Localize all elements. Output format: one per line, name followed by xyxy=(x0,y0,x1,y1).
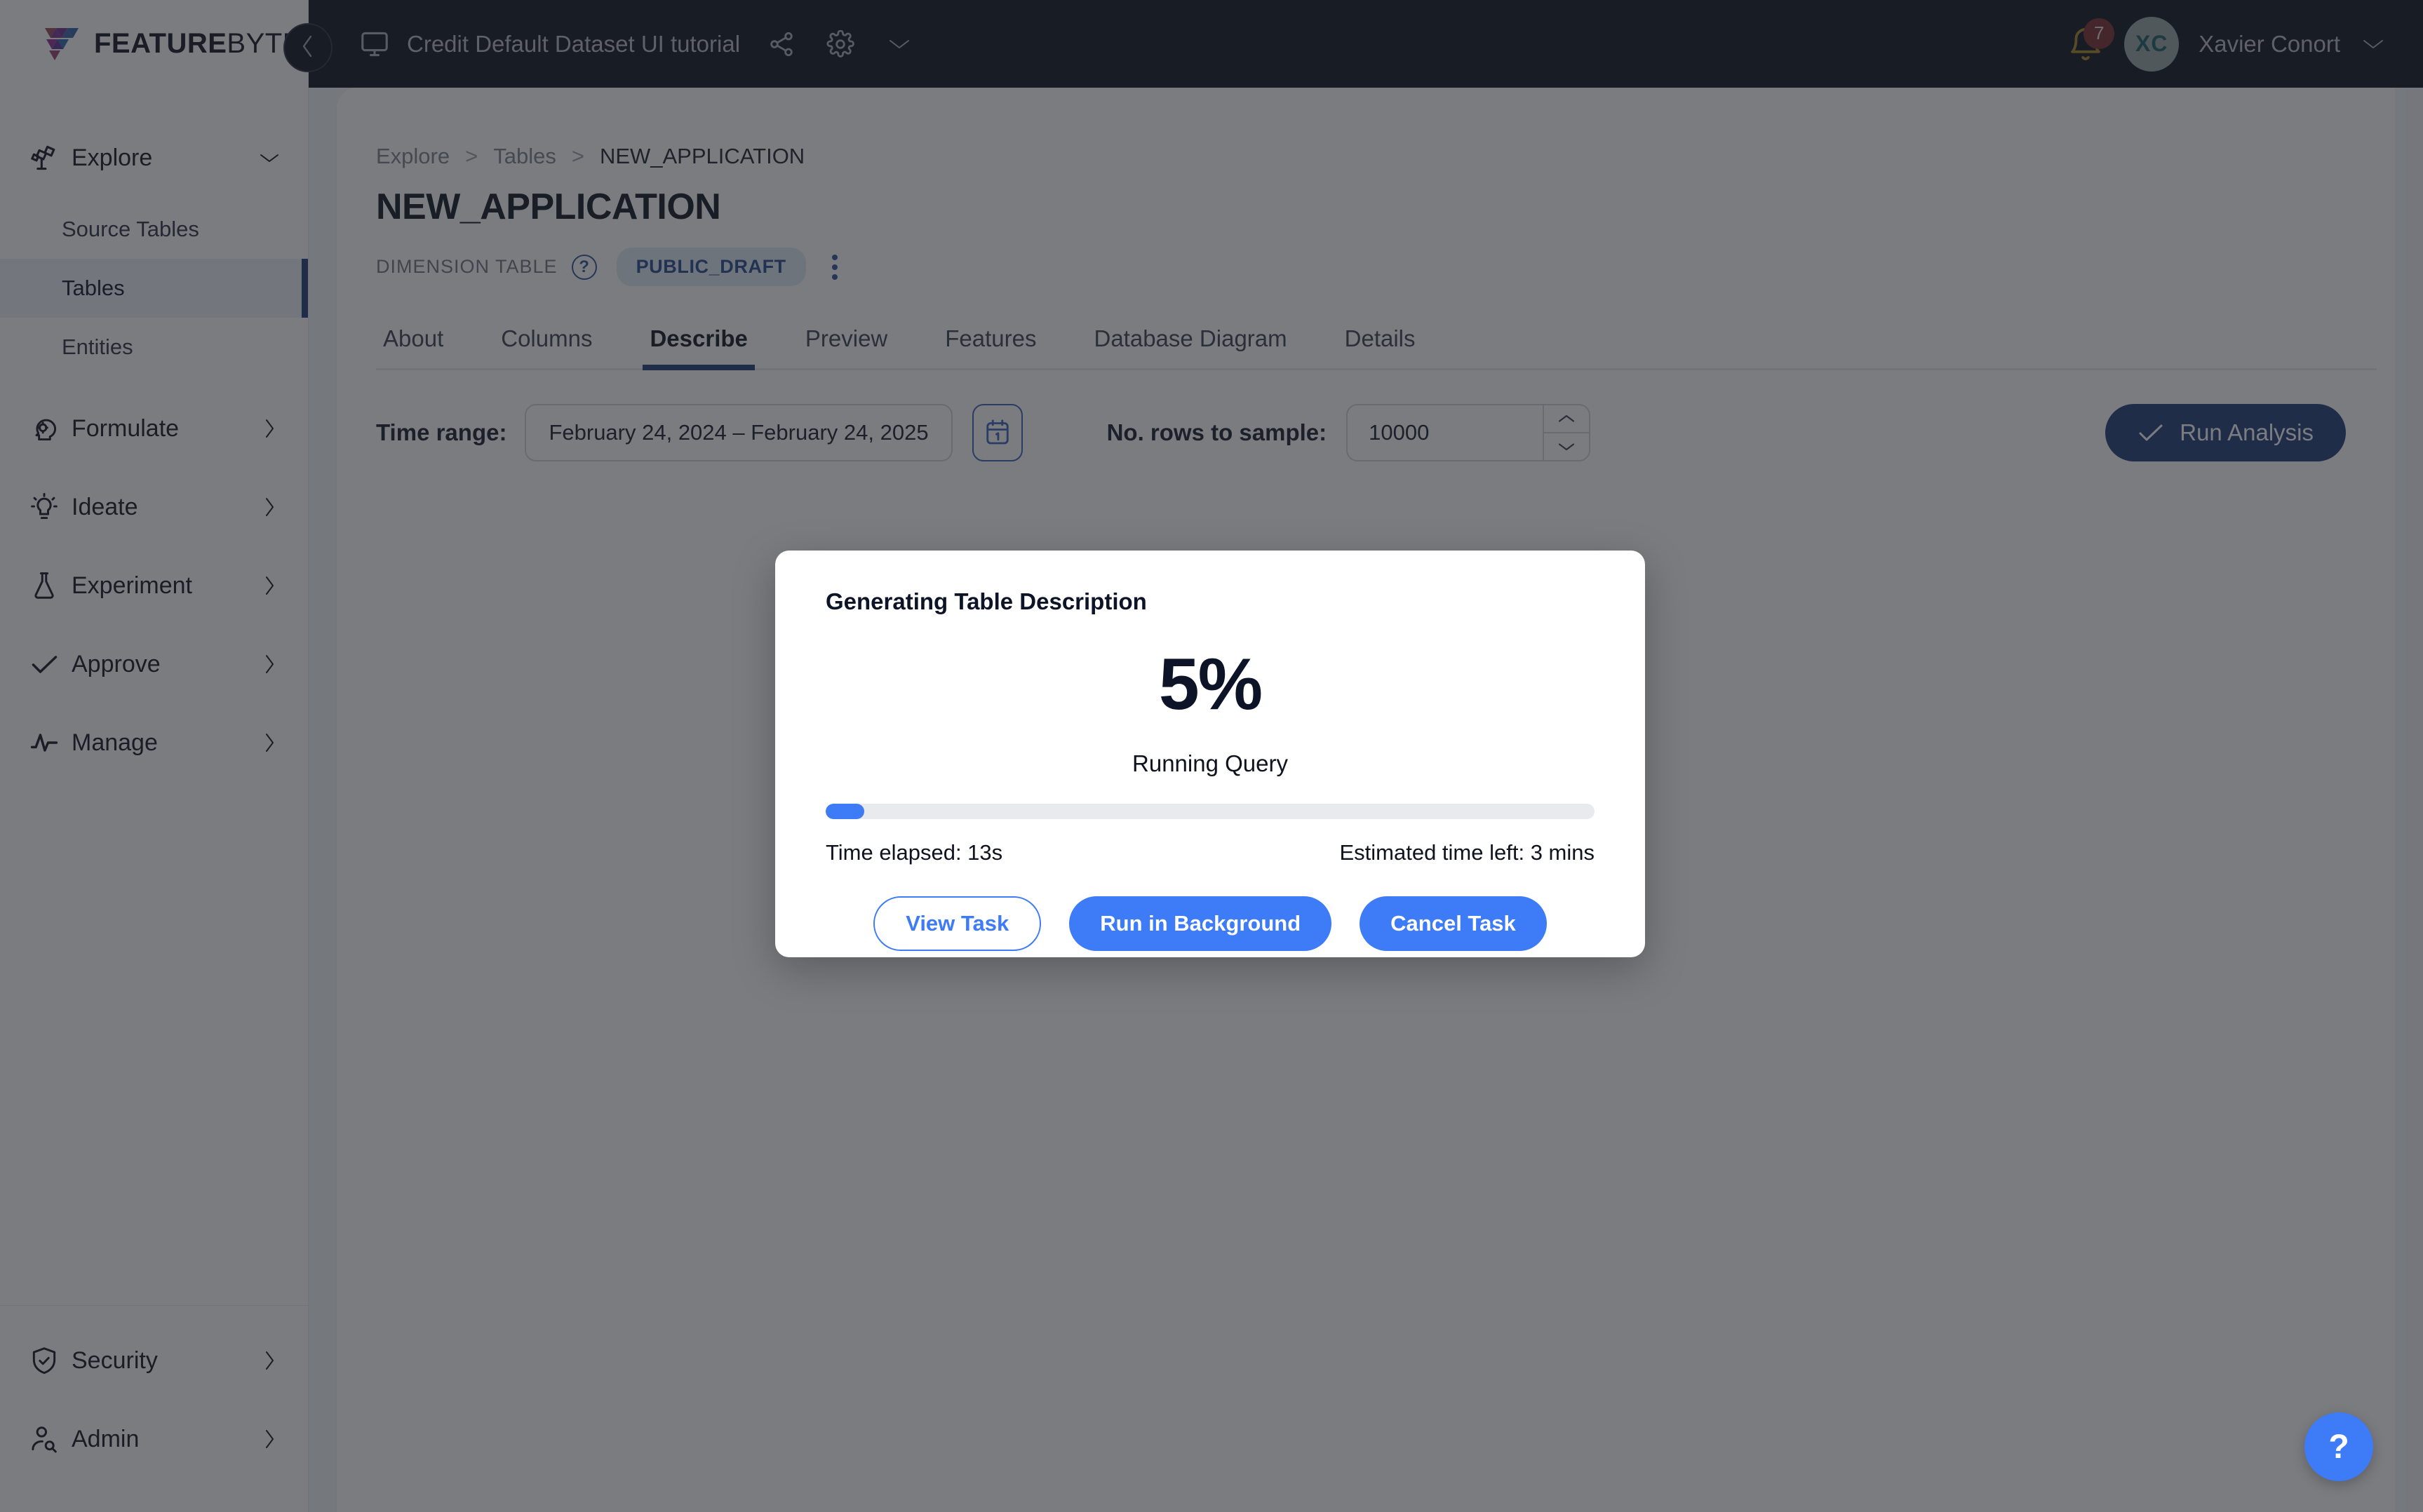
progress-bar-fill xyxy=(826,804,864,819)
time-elapsed: Time elapsed: 13s xyxy=(826,840,1003,865)
modal-title: Generating Table Description xyxy=(826,588,1147,614)
run-in-background-button[interactable]: Run in Background xyxy=(1069,896,1332,951)
progress-status: Running Query xyxy=(1132,750,1288,776)
cancel-task-button[interactable]: Cancel Task xyxy=(1360,896,1547,951)
progress-bar xyxy=(826,804,1595,819)
progress-times: Time elapsed: 13s Estimated time left: 3… xyxy=(826,840,1595,865)
generating-table-description-modal: Generating Table Description 5% Running … xyxy=(775,551,1645,957)
progress-percent: 5% xyxy=(1158,644,1263,725)
app-root: Explore > Tables > NEW_APPLICATION NEW_A… xyxy=(0,0,2423,1512)
modal-actions: View Task Run in Background Cancel Task xyxy=(826,896,1595,951)
time-left: Estimated time left: 3 mins xyxy=(1339,840,1595,865)
view-task-button[interactable]: View Task xyxy=(873,896,1042,951)
help-button[interactable]: ? xyxy=(2304,1412,2373,1481)
question-mark-icon: ? xyxy=(2328,1428,2349,1466)
